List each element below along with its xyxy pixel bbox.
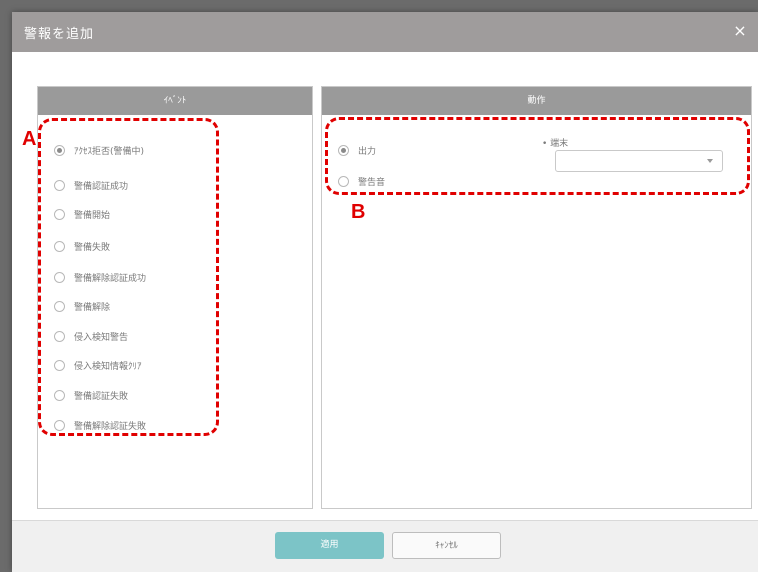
event-radio-option[interactable]: 警備開始	[54, 205, 110, 223]
event-radio-option[interactable]: 警備解除	[54, 297, 110, 315]
event-option-label: ｱｸｾｽ拒否(警備中)	[74, 146, 145, 157]
event-radio-option[interactable]: 警備失敗	[54, 237, 110, 255]
radio-icon[interactable]	[54, 330, 65, 342]
event-option-label: 警備認証失敗	[74, 391, 129, 402]
annotation-label-b: B	[351, 201, 366, 223]
terminal-label: • 端末	[542, 139, 569, 149]
event-option-label: 警備失敗	[74, 242, 111, 253]
chevron-down-icon	[707, 159, 713, 163]
action-option-label: 警告音	[358, 177, 386, 188]
cancel-button[interactable]: ｷｬﾝｾﾙ	[392, 532, 501, 559]
event-option-label: 警備解除認証失敗	[74, 421, 147, 432]
action-option-label: 出力	[358, 146, 377, 157]
event-panel: ｲﾍﾞﾝﾄ ｱｸｾｽ拒否(警備中) 警備認証成功 警備開始 警備失敗 警備解除認…	[37, 86, 313, 509]
event-radio-option[interactable]: 警備解除認証失敗	[54, 416, 146, 434]
event-panel-header: ｲﾍﾞﾝﾄ	[38, 87, 312, 115]
terminal-select[interactable]	[555, 150, 723, 172]
radio-icon[interactable]	[54, 208, 65, 220]
event-option-label: 侵入検知情報ｸﾘｱ	[74, 361, 142, 372]
apply-button[interactable]: 適用	[275, 532, 384, 559]
event-option-label: 警備解除認証成功	[74, 273, 147, 284]
action-radio-option[interactable]: 出力	[338, 141, 376, 159]
dialog-footer: 適用 ｷｬﾝｾﾙ	[12, 520, 758, 572]
event-option-label: 警備開始	[74, 210, 111, 221]
event-radio-option[interactable]: ｱｸｾｽ拒否(警備中)	[54, 141, 144, 159]
annotation-label-a: A	[22, 128, 37, 150]
event-option-label: 侵入検知警告	[74, 332, 129, 343]
action-panel-header: 動作	[322, 87, 751, 115]
radio-icon[interactable]	[54, 300, 65, 312]
event-radio-option[interactable]: 警備解除認証成功	[54, 268, 146, 286]
radio-icon[interactable]	[54, 419, 65, 431]
event-option-label: 警備認証成功	[74, 181, 129, 192]
radio-icon[interactable]	[54, 240, 65, 252]
dialog-title: 警報を追加	[24, 27, 95, 42]
dialog-titlebar: 警報を追加 ×	[12, 12, 758, 52]
radio-icon[interactable]	[54, 144, 65, 156]
radio-icon[interactable]	[54, 271, 65, 283]
radio-icon[interactable]	[338, 175, 349, 187]
event-radio-option[interactable]: 侵入検知情報ｸﾘｱ	[54, 356, 142, 374]
action-radio-option[interactable]: 警告音	[338, 172, 385, 190]
radio-icon[interactable]	[54, 359, 65, 371]
radio-icon[interactable]	[54, 389, 65, 401]
radio-icon[interactable]	[338, 144, 349, 156]
close-icon[interactable]: ×	[730, 21, 750, 41]
radio-icon[interactable]	[54, 179, 65, 191]
event-radio-option[interactable]: 警備認証成功	[54, 176, 128, 194]
event-radio-option[interactable]: 警備認証失敗	[54, 386, 128, 404]
add-alarm-dialog: 警報を追加 × ｲﾍﾞﾝﾄ ｱｸｾｽ拒否(警備中) 警備認証成功 警備開始 警備…	[12, 12, 758, 572]
event-radio-option[interactable]: 侵入検知警告	[54, 327, 128, 345]
event-option-label: 警備解除	[74, 302, 111, 313]
